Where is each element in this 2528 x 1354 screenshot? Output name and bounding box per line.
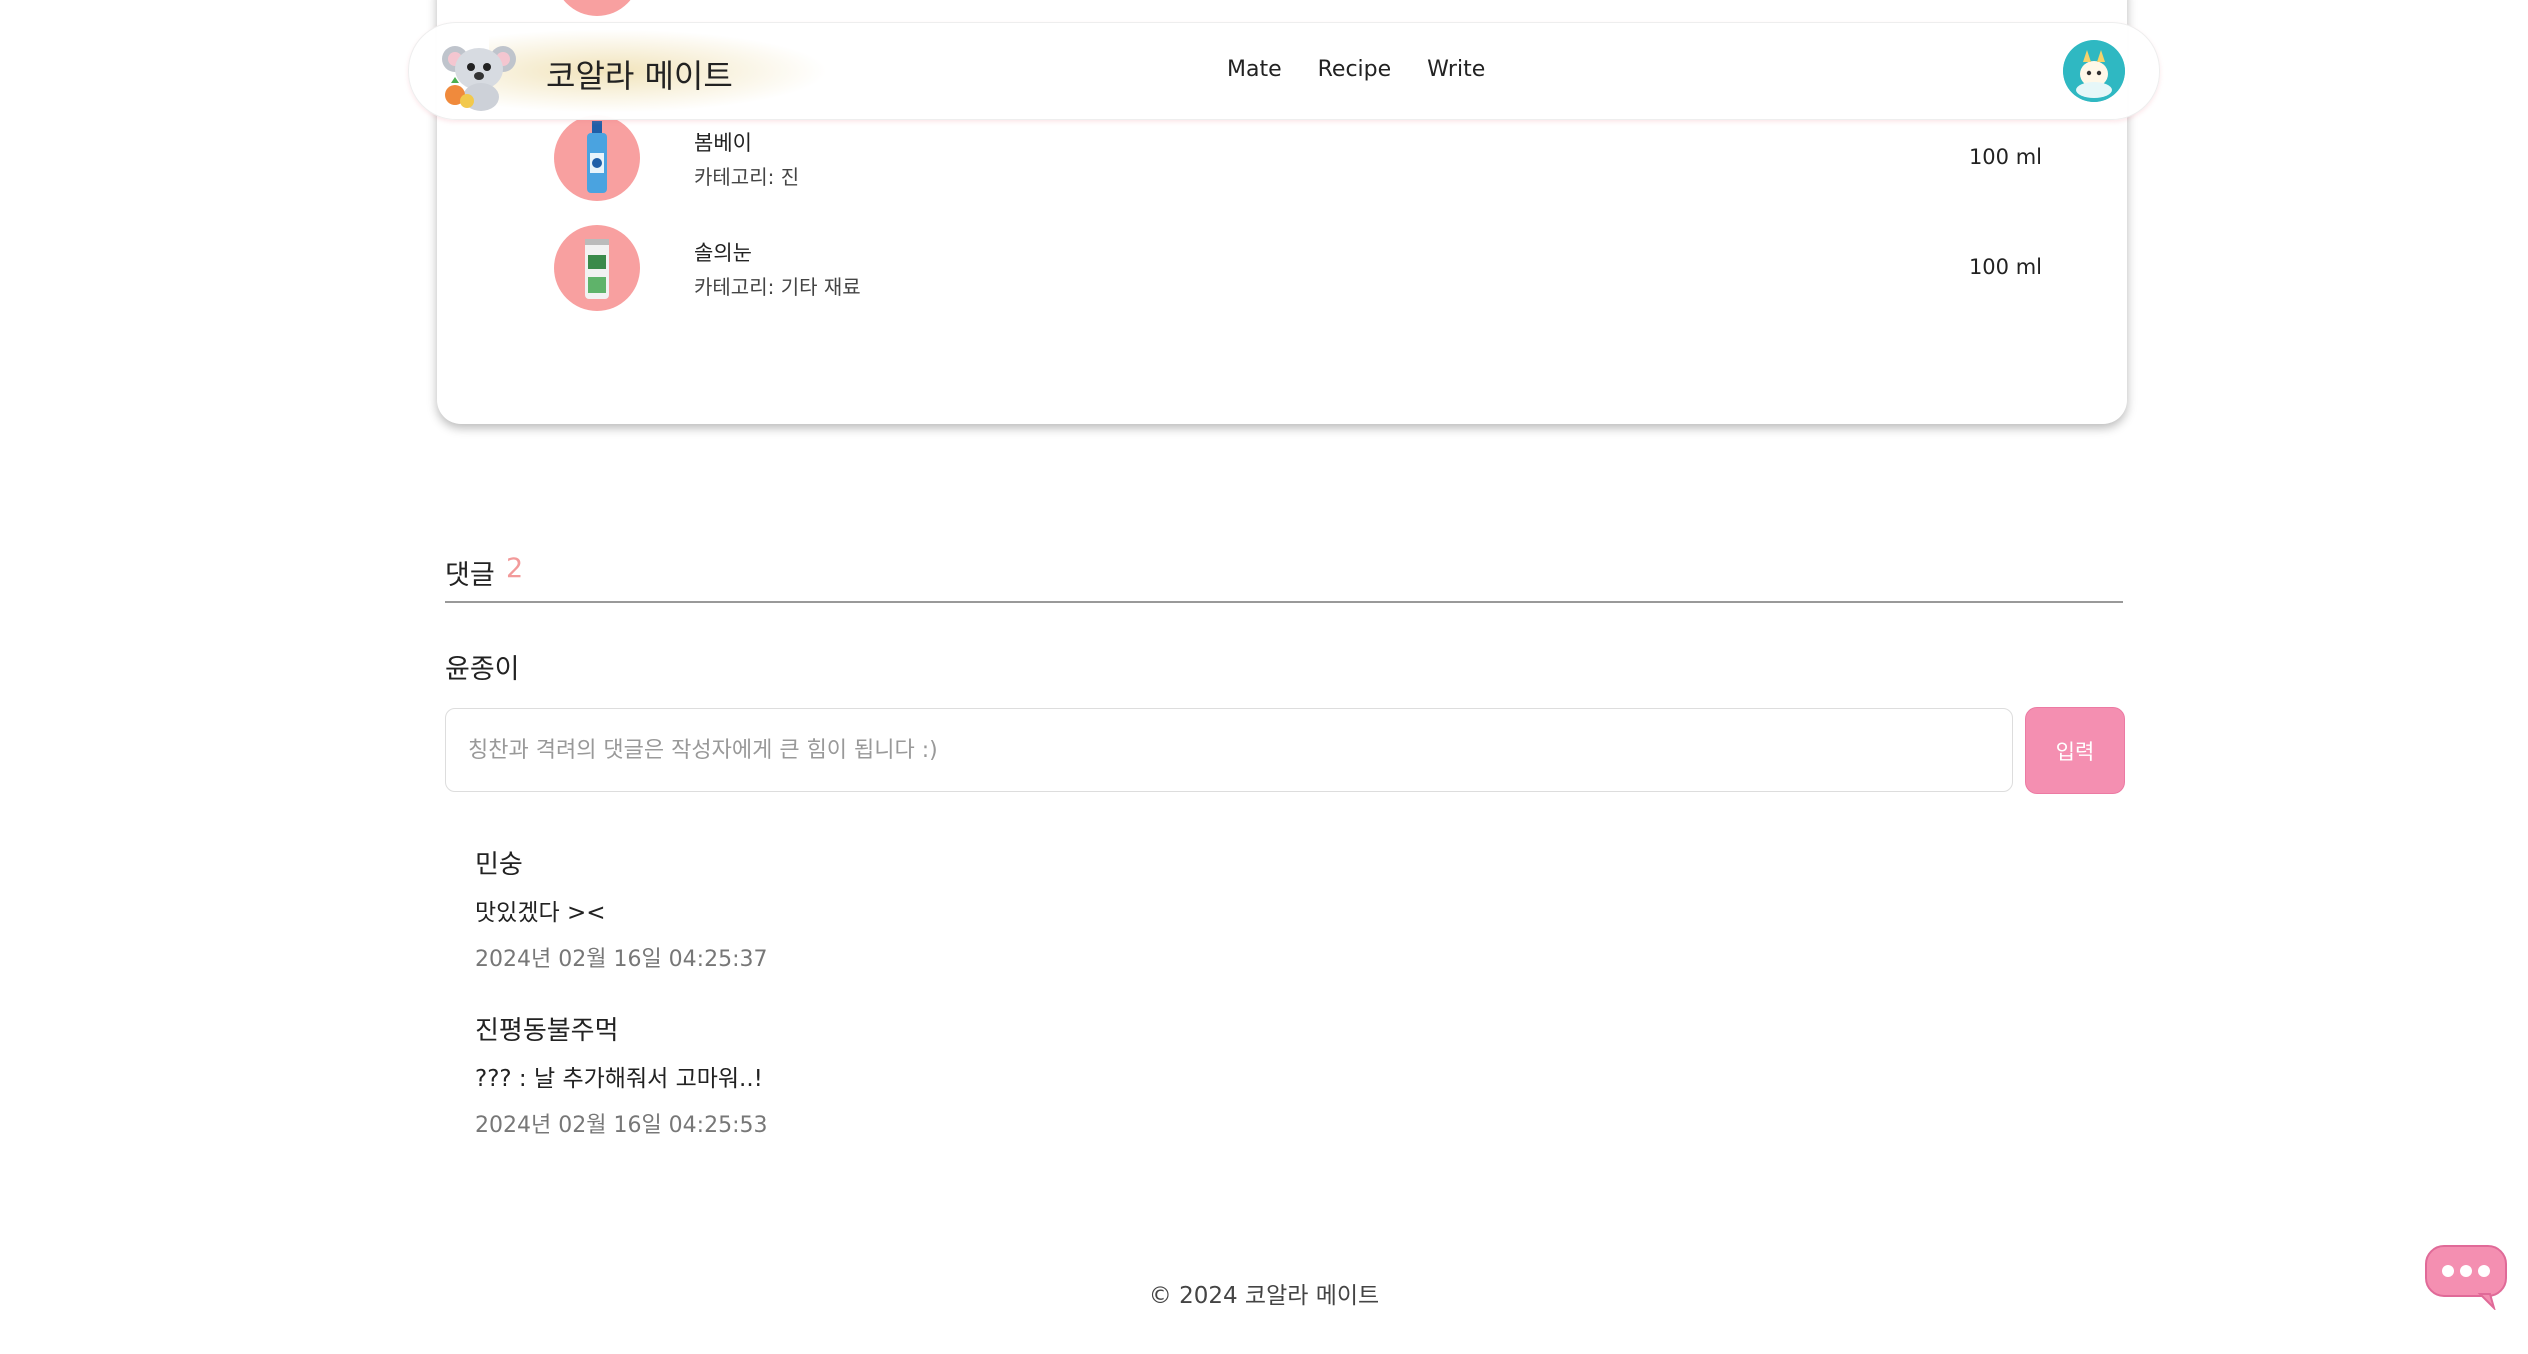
comment-author: 진평동불주먹: [475, 1016, 619, 1046]
comments-count: 2: [506, 553, 524, 584]
brand-title[interactable]: 코알라 메이트: [546, 51, 733, 97]
ingredient-name: 봄베이: [694, 131, 752, 155]
main-nav: Mate Recipe Write: [1227, 57, 1485, 82]
comment-item: 민숭 맛있겠다 >< 2024년 02월 16일 04:25:37: [475, 844, 767, 973]
ingredient-category: 카테고리: 진: [694, 165, 800, 189]
ingredient-category: 카테고리: 기타 재료: [694, 275, 861, 299]
nav-write[interactable]: Write: [1427, 57, 1485, 82]
site-header: 코알라 메이트 Mate Recipe Write: [408, 22, 2160, 120]
ingredient-amount: 100 ml: [1968, 145, 2042, 169]
ingredient-row: 봄베이 카테고리: 진 100 ml: [437, 115, 2127, 205]
comment-text: ??? : 날 추가해줘서 고마워..!: [475, 1066, 763, 1092]
current-user-name: 윤종이: [445, 654, 520, 685]
comment-author: 민숭: [475, 850, 523, 880]
nav-mate[interactable]: Mate: [1227, 57, 1282, 82]
gin-bottle-icon: [587, 121, 607, 193]
nav-recipe[interactable]: Recipe: [1318, 57, 1392, 82]
ingredient-thumb: [554, 225, 640, 311]
avatar-character-icon: [2063, 40, 2125, 102]
chat-bubble-icon[interactable]: [2424, 1244, 2508, 1310]
comments-title: 댓글: [445, 560, 495, 591]
comment-text: 맛있겠다 ><: [475, 900, 606, 926]
comment-submit-button[interactable]: 입력: [2025, 707, 2125, 794]
comment-date: 2024년 02월 16일 04:25:37: [475, 947, 768, 972]
ingredient-row: 솔의눈 카테고리: 기타 재료 100 ml: [437, 225, 2127, 315]
comment-item: 진평동불주먹 ??? : 날 추가해줘서 고마워..! 2024년 02월 16…: [475, 1010, 767, 1139]
footer-copyright: © 2024 코알라 메이트: [1148, 1283, 1380, 1309]
can-drink-icon: [585, 239, 609, 299]
koala-logo-icon[interactable]: [437, 33, 521, 113]
ingredient-amount: 100 ml: [1968, 255, 2042, 279]
user-avatar[interactable]: [2063, 40, 2125, 102]
comment-date: 2024년 02월 16일 04:25:53: [475, 1113, 768, 1138]
comment-input[interactable]: [445, 708, 2013, 792]
ingredient-name: 솔의눈: [694, 241, 752, 265]
comments-divider: [445, 601, 2123, 603]
ingredient-thumb-partial: [554, 0, 640, 16]
ingredient-thumb: [554, 115, 640, 201]
